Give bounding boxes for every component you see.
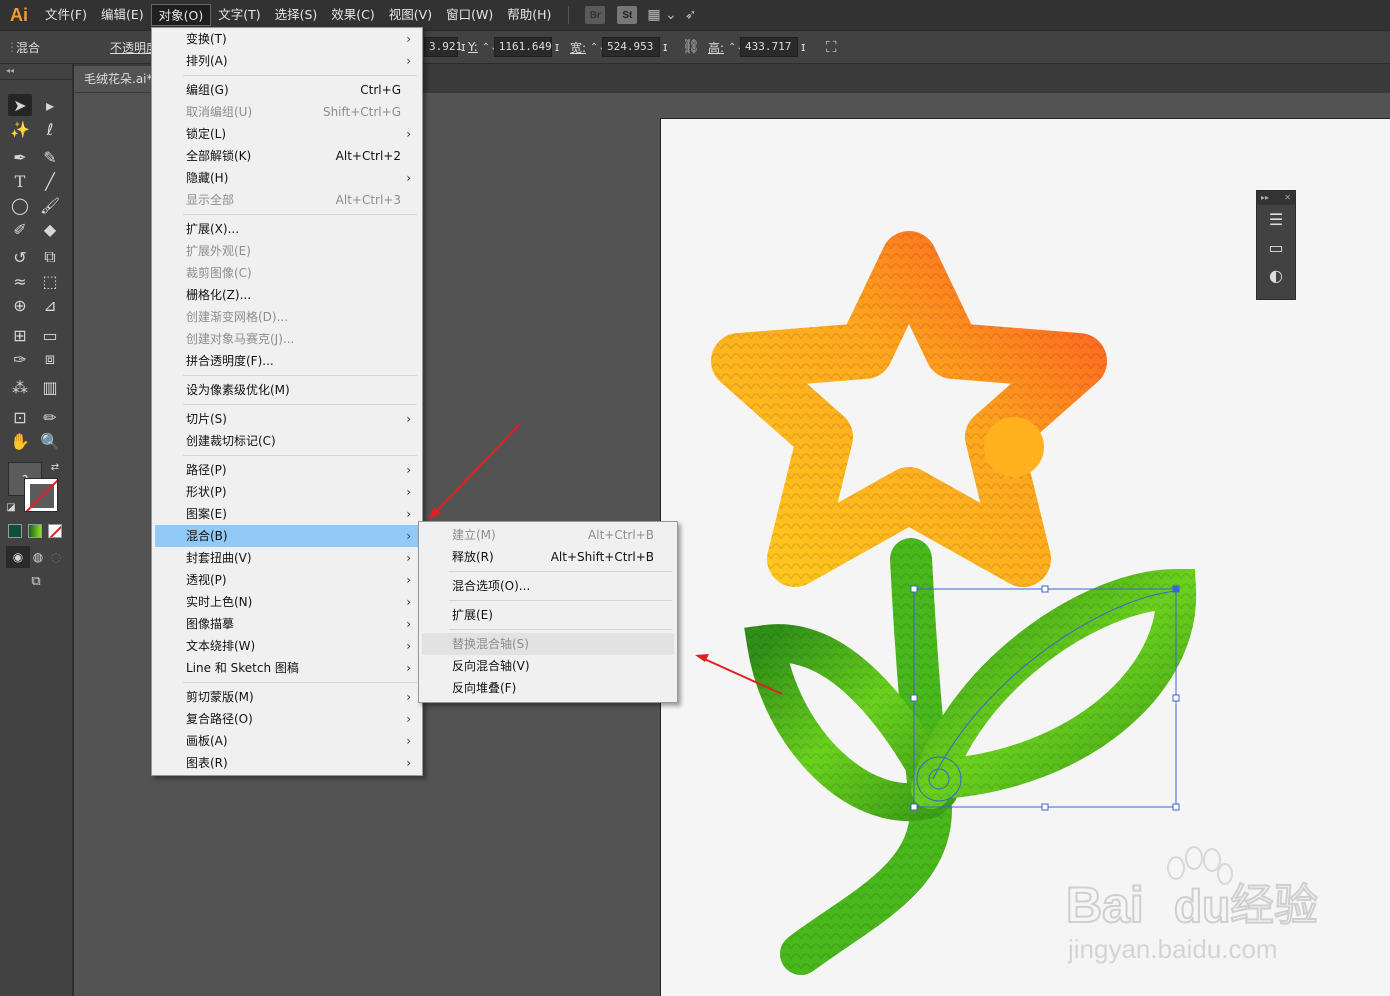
submenu-arrow-icon: › <box>406 485 411 499</box>
submenu-arrow-icon: › <box>406 756 411 770</box>
submenu-item-release[interactable]: 释放(R) Alt+Shift+Ctrl+B <box>422 546 674 568</box>
submenu-arrow-icon: › <box>406 617 411 631</box>
submenu-arrow-icon: › <box>406 412 411 426</box>
menu-item-expand[interactable]: 扩展(X)... <box>155 218 419 240</box>
submenu-item-make[interactable]: 建立(M) Alt+Ctrl+B <box>422 524 674 546</box>
transparency-panel-icon[interactable]: ◐ <box>1257 261 1295 289</box>
annotation-arrow-2 <box>699 656 783 695</box>
submenu-arrow-icon: › <box>406 551 411 565</box>
submenu-item-reverse-front-to-back[interactable]: 反向堆叠(F) <box>422 677 674 699</box>
menu-item-create-trim-marks[interactable]: 创建裁切标记(C) <box>155 430 419 452</box>
menu-item-flatten-transparency[interactable]: 拼合透明度(F)... <box>155 350 419 372</box>
gradient-panel-icon[interactable]: ▭ <box>1257 233 1295 261</box>
menu-item-slice[interactable]: 切片(S) › <box>155 408 419 430</box>
menu-item-graph[interactable]: 图表(R) › <box>155 752 419 774</box>
menu-item-perspective[interactable]: 透视(P) › <box>155 569 419 591</box>
menu-item-group[interactable]: 编组(G) Ctrl+G <box>155 79 419 101</box>
menu-item-rasterize[interactable]: 栅格化(Z)... <box>155 284 419 306</box>
blend-submenu: 建立(M) Alt+Ctrl+B 释放(R) Alt+Shift+Ctrl+B 混合… <box>418 521 678 703</box>
menu-item-envelope-distort[interactable]: 封套扭曲(V) › <box>155 547 419 569</box>
menu-item-crop-image[interactable]: 裁剪图像(C) <box>155 262 419 284</box>
submenu-item-blend-options[interactable]: 混合选项(O)... <box>422 575 674 597</box>
submenu-arrow-icon: › <box>406 127 411 141</box>
submenu-item-expand[interactable]: 扩展(E) <box>422 604 674 626</box>
menu-item-unlock-all[interactable]: 全部解锁(K) Alt+Ctrl+2 <box>155 145 419 167</box>
menu-item-arrange[interactable]: 排列(A) › <box>155 50 419 72</box>
menu-item-compound-path[interactable]: 复合路径(O) › <box>155 708 419 730</box>
submenu-arrow-icon: › <box>406 171 411 185</box>
menu-item-expand-appearance[interactable]: 扩展外观(E) <box>155 240 419 262</box>
watermark-url: jingyan.baidu.com <box>1067 934 1278 964</box>
menu-item-image-trace[interactable]: 图像描摹 › <box>155 613 419 635</box>
menu-item-shape[interactable]: 形状(P) › <box>155 481 419 503</box>
panel-menu-icon[interactable]: ☰ <box>1257 205 1295 233</box>
submenu-arrow-icon: › <box>406 690 411 704</box>
baidu-watermark-logo: Bai du 经验 jingyan.baidu.com <box>1065 846 1319 964</box>
object-menu: 变换(T) › 排列(A) › 编组(G) Ctrl+G 取消编组(U) Shift+C… <box>151 27 423 776</box>
menu-item-text-wrap[interactable]: 文本绕排(W) › <box>155 635 419 657</box>
submenu-arrow-icon: › <box>406 595 411 609</box>
submenu-arrow-icon: › <box>406 529 411 543</box>
menu-item-create-gradient-mesh[interactable]: 创建渐变网格(D)... <box>155 306 419 328</box>
menu-item-ungroup[interactable]: 取消编组(U) Shift+Ctrl+G <box>155 101 419 123</box>
watermark-cn: 经验 <box>1230 880 1318 931</box>
watermark-brand-du: du <box>1174 880 1230 932</box>
submenu-arrow-icon: › <box>406 639 411 653</box>
submenu-arrow-icon: › <box>406 734 411 748</box>
menu-item-show-all[interactable]: 显示全部 Alt+Ctrl+3 <box>155 189 419 211</box>
submenu-arrow-icon: › <box>406 32 411 46</box>
menu-item-line-sketch[interactable]: Line 和 Sketch 图稿 › <box>155 657 419 679</box>
collapsed-panel-dock: ▸▸ ✕ ☰ ▭ ◐ <box>1256 190 1296 300</box>
menu-item-pattern[interactable]: 图案(E) › <box>155 503 419 525</box>
submenu-arrow-icon: › <box>406 54 411 68</box>
menu-item-clipping-mask[interactable]: 剪切蒙版(M) › <box>155 686 419 708</box>
menu-item-lock[interactable]: 锁定(L) › <box>155 123 419 145</box>
menu-item-hide[interactable]: 隐藏(H) › <box>155 167 419 189</box>
submenu-arrow-icon: › <box>406 507 411 521</box>
close-panel-icon[interactable]: ✕ <box>1284 191 1291 205</box>
menu-item-create-object-mosaic[interactable]: 创建对象马赛克(J)... <box>155 328 419 350</box>
menu-item-transform[interactable]: 变换(T) › <box>155 28 419 50</box>
annotation-arrow-1 <box>431 423 521 517</box>
submenu-arrow-icon: › <box>406 712 411 726</box>
submenu-arrow-icon: › <box>406 463 411 477</box>
menu-item-pixel-perfect[interactable]: 设为像素级优化(M) <box>155 379 419 401</box>
menu-item-blend[interactable]: 混合(B) › <box>155 525 419 547</box>
menu-item-path[interactable]: 路径(P) › <box>155 459 419 481</box>
menu-item-artboards[interactable]: 画板(A) › <box>155 730 419 752</box>
submenu-arrow-icon: › <box>406 573 411 587</box>
watermark-brand: Bai <box>1066 877 1144 933</box>
submenu-item-replace-spine[interactable]: 替换混合轴(S) <box>422 633 674 655</box>
submenu-arrow-icon: › <box>406 661 411 675</box>
expand-panels-icon[interactable]: ▸▸ <box>1261 191 1269 205</box>
menu-item-live-paint[interactable]: 实时上色(N) › <box>155 591 419 613</box>
submenu-item-reverse-spine[interactable]: 反向混合轴(V) <box>422 655 674 677</box>
